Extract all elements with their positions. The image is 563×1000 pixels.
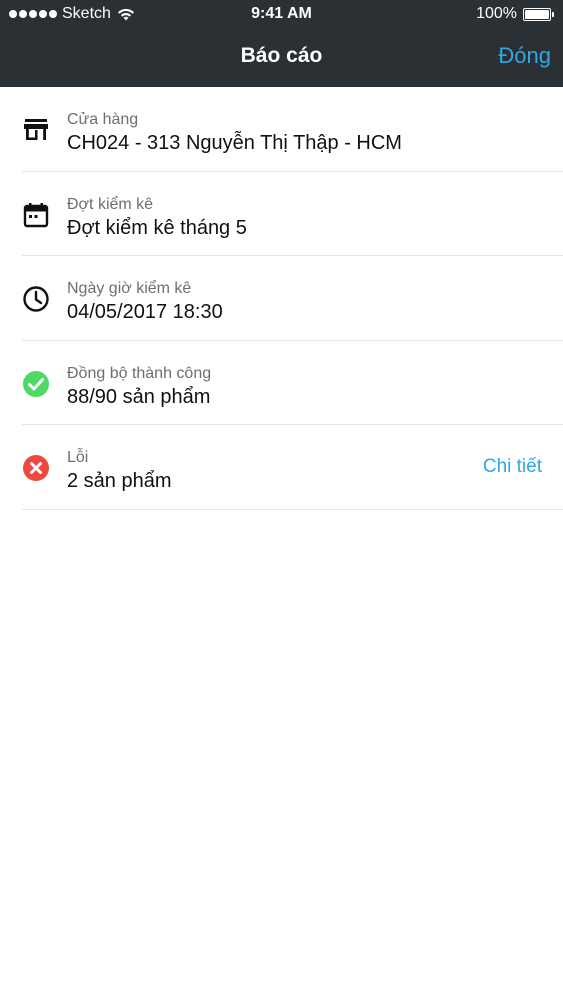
error-circle-icon: [22, 454, 50, 482]
row-value: 2 sản phẩm: [67, 470, 172, 492]
app-screen: Sketch 9:41 AM 100% Báo cáo Đóng Cửa hàn…: [0, 0, 563, 1000]
nav-bar: Báo cáo Đóng: [0, 30, 563, 87]
row-label: Lỗi: [67, 449, 89, 466]
row-value: 88/90 sản phẩm: [67, 385, 211, 408]
close-button[interactable]: Đóng: [498, 43, 551, 69]
report-list: Cửa hàng CH024 - 313 Nguyễn Thị Thập - H…: [0, 87, 563, 510]
row-datetime: Ngày giờ kiểm kê 04/05/2017 18:30: [22, 256, 563, 341]
status-bar: Sketch 9:41 AM 100%: [0, 0, 563, 30]
row-label: Đồng bộ thành công: [67, 364, 212, 382]
check-circle-icon: [22, 370, 50, 398]
row-store: Cửa hàng CH024 - 313 Nguyễn Thị Thập - H…: [22, 87, 563, 172]
page-title: Báo cáo: [240, 44, 323, 67]
row-label: Cửa hàng: [67, 111, 139, 128]
row-value: 04/05/2017 18:30: [67, 301, 223, 323]
header: Sketch 9:41 AM 100% Báo cáo Đóng: [0, 0, 563, 87]
row-label: Ngày giờ kiểm kê: [67, 280, 192, 297]
row-value: Đợt kiểm kê tháng 5: [67, 216, 247, 239]
clock-icon: [22, 285, 50, 313]
row-label: Đợt kiểm kê: [67, 195, 154, 213]
row-inventory-round: Đợt kiểm kê Đợt kiểm kê tháng 5: [22, 172, 563, 256]
row-value: CH024 - 313 Nguyễn Thị Thập - HCM: [67, 132, 402, 154]
battery-percent: 100%: [476, 5, 517, 22]
status-right: 100%: [476, 5, 554, 23]
row-errors: Lỗi 2 sản phẩm Chi tiết: [22, 425, 563, 510]
battery-icon: [523, 7, 554, 21]
row-sync-success: Đồng bộ thành công 88/90 sản phẩm: [22, 341, 563, 425]
store-icon: [22, 116, 50, 144]
error-details-link[interactable]: Chi tiết: [483, 456, 542, 478]
calendar-icon: [22, 201, 50, 229]
